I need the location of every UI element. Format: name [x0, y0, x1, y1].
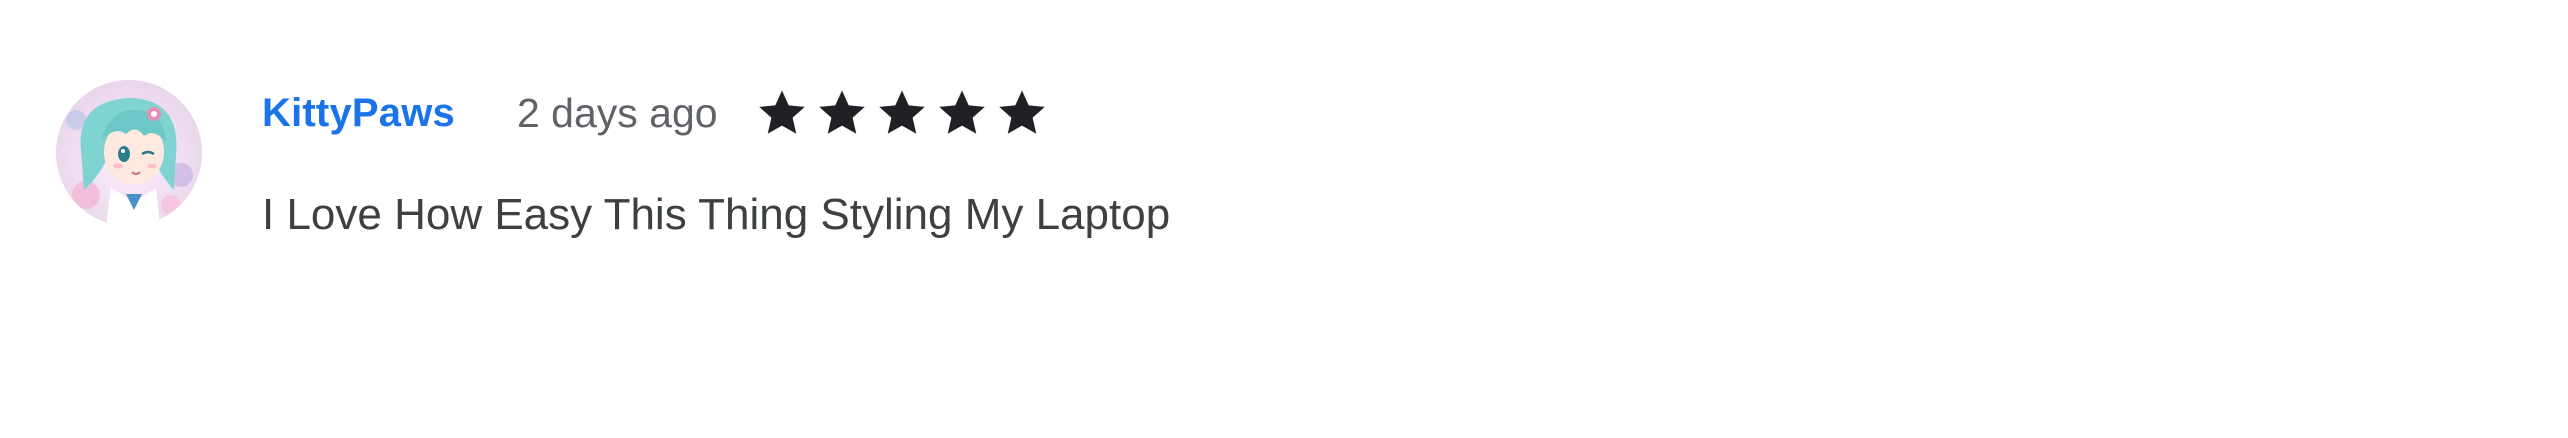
- star-icon: [876, 87, 928, 139]
- review-item: KittyPaws 2 days ago I Love How Easy Thi…: [0, 0, 2568, 438]
- author-name-link[interactable]: KittyPaws: [262, 91, 455, 136]
- star-icon: [996, 87, 1048, 139]
- star-icon: [936, 87, 988, 139]
- star-icon: [756, 87, 808, 139]
- avatar[interactable]: [56, 80, 202, 226]
- star-icon: [816, 87, 868, 139]
- avatar-image: [56, 80, 202, 226]
- review-date: 2 days ago: [516, 89, 718, 136]
- review-header: KittyPaws 2 days ago: [262, 80, 1048, 146]
- star-rating: [756, 87, 1048, 139]
- review-text: I Love How Easy This Thing Styling My La…: [262, 190, 1171, 239]
